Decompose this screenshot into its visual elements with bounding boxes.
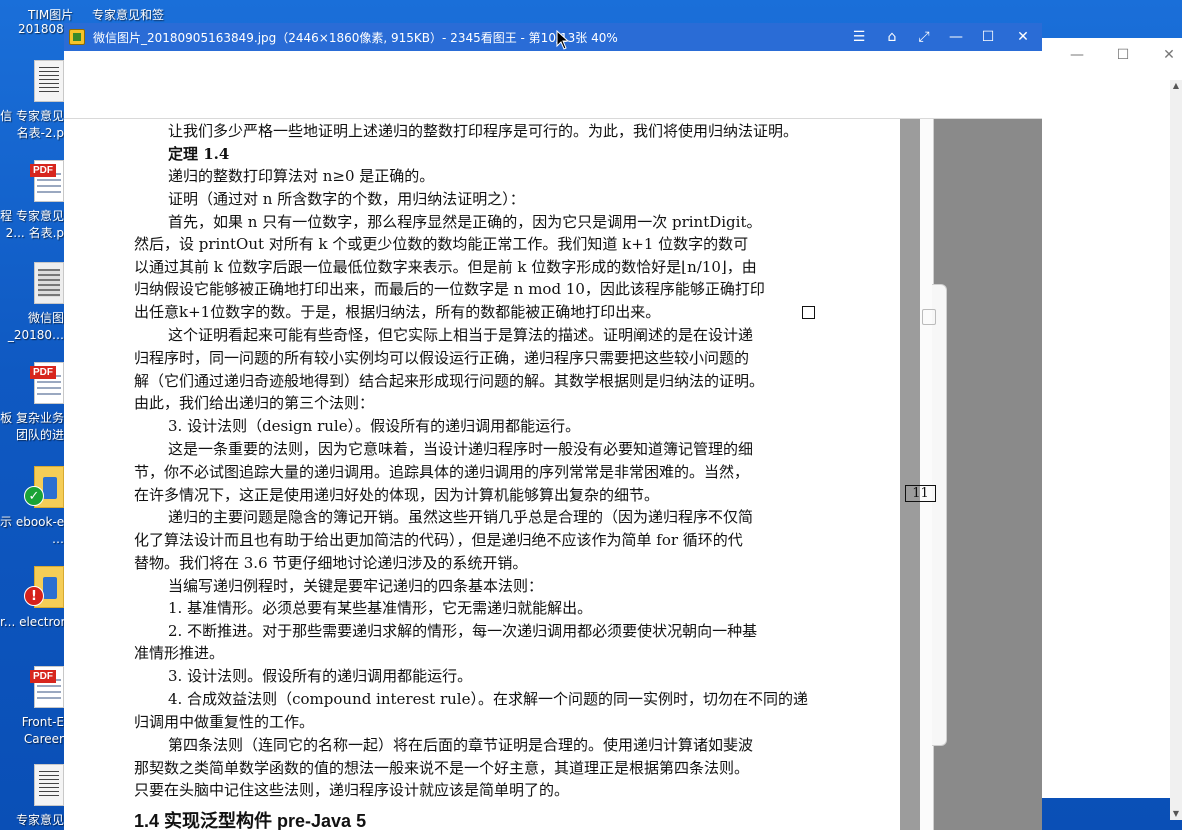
- text-line: 3. 设计法则。假设所有的递归调用都能运行。: [168, 667, 473, 685]
- background-window-controls: — ☐ ✕: [1068, 46, 1178, 64]
- text-line: 归调用中做重复性的工作。: [134, 713, 315, 731]
- text-line: 证明（通过对 n 所含数字的个数，用归纳法证明之）：: [168, 190, 525, 208]
- background-window: — ☐ ✕ ▲ ▼: [1042, 38, 1182, 820]
- margin-page-number: 11: [905, 485, 936, 502]
- text-line: 在许多情况下，这正是使用递归好处的体现，因为计算机能够算出复杂的细节。: [134, 486, 660, 504]
- app-icon: [69, 29, 85, 45]
- text-line: 归纳假设它能够被正确地打印出来，而最后的一位数字是 n mod 10，因此该程序…: [134, 280, 765, 298]
- theorem-heading: 定理 1.4: [168, 145, 230, 163]
- text-line: 2. 不断推进。对于那些需要递归求解的情形，每一次递归调用都必须要使状况朝向一种…: [168, 622, 758, 640]
- text-line: 那契数之类简单数学函数的值的想法一般来说不是一个好主意，其道理正是根据第四条法则…: [134, 759, 750, 777]
- text-line: 递归的整数打印算法对 n≥0 是正确的。: [168, 167, 435, 185]
- desktop-icon-label: 专家意见: [15, 813, 64, 827]
- text-line: 第四条法则（连同它的名称一起）将在后面的章节证明是合理的。使用递归计算诸如斐波: [168, 736, 754, 754]
- background-window-scrollbar[interactable]: ▲ ▼: [1170, 80, 1182, 820]
- image-viewer-window: 微信图片_20180905163849.jpg（2446×1860像素, 915…: [64, 23, 1042, 830]
- image-canvas[interactable]: 让我们多少严格一些地证明上述递归的整数打印程序是可行的。为此，我们将使用归纳法证…: [64, 119, 1042, 830]
- scroll-down-icon[interactable]: ▼: [1170, 808, 1182, 820]
- text-line: 4. 合成效益法则（compound interest rule）。在求解一个问…: [168, 690, 808, 708]
- fullscreen-button[interactable]: ⤢: [913, 27, 935, 47]
- desktop-top-label-tim[interactable]: TIM图片: [28, 6, 73, 23]
- desktop-icon-label: 微信图 _20180…: [7, 311, 64, 342]
- text-line: 这个证明看起来可能有些奇怪，但它实际上相当于是算法的描述。证明阐述的是在设计递: [168, 326, 754, 344]
- text-line: 这是一条重要的法则，因为它意味着，当设计递归程序时一般没有必要知道簿记管理的细: [168, 440, 754, 458]
- text-line: 解（它们通过递归奇迹般地得到）结合起来形成现行问题的解。其数学根据则是归纳法的证…: [134, 372, 765, 390]
- maximize-icon[interactable]: ☐: [1114, 46, 1132, 64]
- desktop-icon-label: 信 专家意见 名表-2.p: [0, 109, 64, 140]
- minimize-icon[interactable]: —: [1068, 46, 1086, 64]
- text-line: 归程序时，同一问题的所有较小实例均可以假设运行正确，递归程序只需要把这些较小问题…: [134, 349, 750, 367]
- pdf-tag: PDF: [30, 670, 56, 683]
- scroll-up-icon[interactable]: ▲: [1170, 80, 1182, 92]
- text-line: 出任意k+1位数字的数。于是，根据归纳法，所有的数都能被正确地打印出来。: [134, 303, 661, 321]
- minimize-button[interactable]: —: [945, 27, 967, 47]
- desktop-icon-label: Front-E Career: [21, 715, 64, 746]
- text-line: 1. 基准情形。必须总要有某些基准情形，它无需递归就能解出。: [168, 599, 593, 617]
- next-page-edge: [920, 119, 947, 830]
- window-title: 微信图片_20180905163849.jpg（2446×1860像素, 915…: [93, 31, 618, 45]
- text-line: 化了算法设计而且也有助于给出更加简洁的代码），但是递归绝不应该作为简单 for …: [134, 531, 743, 549]
- section-heading: 1.4 实现泛型构件 pre-Java 5: [134, 811, 367, 830]
- text-line: 准情形推进。: [134, 644, 225, 662]
- desktop-top-label-expert[interactable]: 专家意见和签: [92, 6, 164, 23]
- document-icon: [34, 60, 64, 102]
- desktop-icon-label: 示 ebook-e …: [0, 515, 64, 546]
- viewer-shadow: [900, 119, 920, 830]
- text-line: 3. 设计法则（design rule）。假设所有的递归调用都能运行。: [168, 417, 581, 435]
- maximize-button[interactable]: ☐: [977, 27, 999, 47]
- text-line: 首先，如果 n 只有一位数字，那么程序显然是正确的，因为它只是调用一次 prin…: [168, 213, 762, 231]
- desktop-icon-label: 板 复杂业务 团队的进: [0, 411, 64, 442]
- document-icon: [34, 764, 64, 806]
- menu-button[interactable]: ☰: [848, 27, 870, 47]
- text-line: 让我们多少严格一些地证明上述递归的整数打印程序是可行的。为此，我们将使用归纳法证…: [168, 122, 799, 140]
- text-line: 以通过其前 k 位数字后跟一位最低位数字来表示。但是前 k 位数字形成的数恰好是…: [134, 258, 757, 276]
- pdf-tag: PDF: [30, 366, 56, 379]
- close-icon[interactable]: ✕: [1160, 46, 1178, 64]
- error-icon: !: [24, 586, 44, 606]
- titlebar[interactable]: 微信图片_20180905163849.jpg（2446×1860像素, 915…: [64, 23, 1042, 51]
- viewer-toolbar-area: [64, 51, 1042, 119]
- checkmark-icon: ✓: [24, 486, 44, 506]
- text-line: 当编写递归例程时，关键是要牢记递归的四条基本法则：: [168, 577, 544, 595]
- text-line: 节，你不必试图追踪大量的递归调用。追踪具体的递归调用的序列常常是非常困难的。当然…: [134, 463, 750, 481]
- text-line: 只要在头脑中记住这些法则，递归程序设计就应该是简单明了的。: [134, 781, 570, 799]
- close-button[interactable]: ✕: [1012, 27, 1034, 47]
- desktop-icon-label: r... electron: [0, 615, 64, 629]
- text-line: 由此，我们给出递归的第三个法则：: [134, 394, 375, 412]
- qed-box: [802, 306, 815, 319]
- skin-button[interactable]: ⌂: [881, 27, 903, 47]
- text-line: 替物。我们将在 3.6 节更仔细地讨论递归涉及的系统开销。: [134, 554, 528, 572]
- desktop-icon-label: 程 专家意见 2... 名表.p: [0, 209, 64, 240]
- text-line: 递归的主要问题是隐含的簿记开销。虽然这些开销几乎总是合理的（因为递归程序不仅简: [168, 508, 754, 526]
- image-file-icon: [34, 262, 64, 304]
- pdf-tag: PDF: [30, 164, 56, 177]
- text-line: 然后，设 printOut 对所有 k 个或更少位数的数均能正常工作。我们知道 …: [134, 235, 749, 253]
